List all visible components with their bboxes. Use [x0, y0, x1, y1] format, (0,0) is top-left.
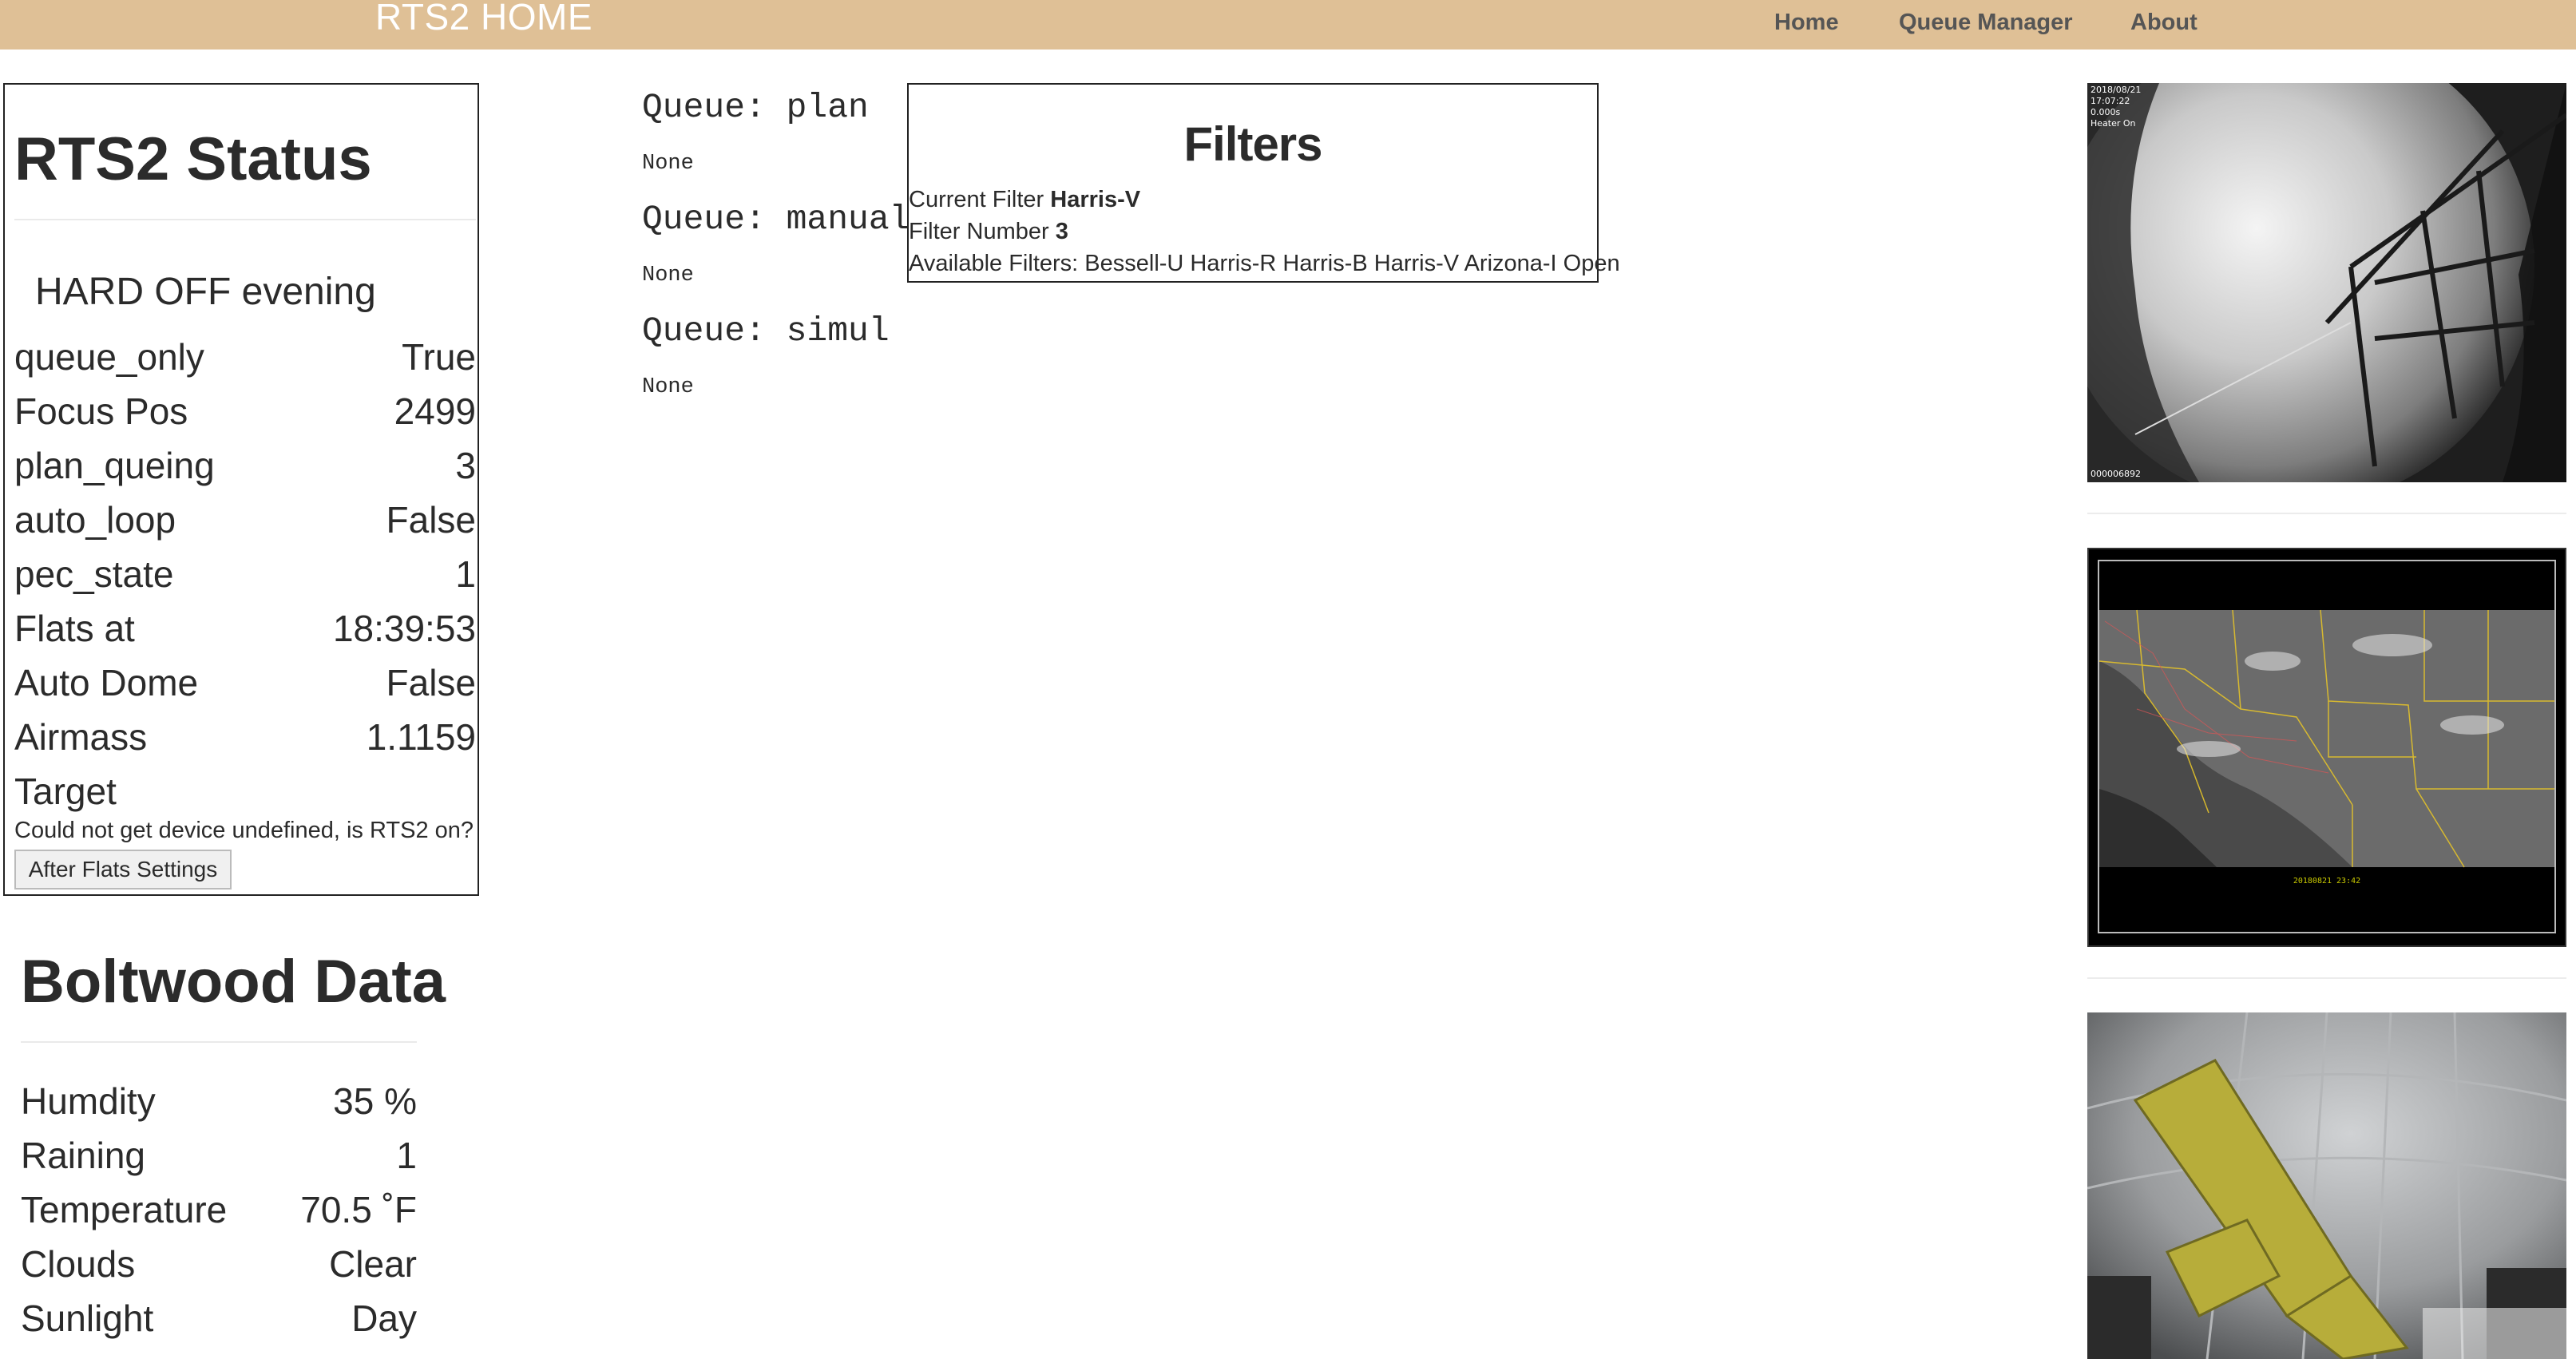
boltwood-title: Boltwood Data [21, 948, 446, 1016]
top-navbar: RTS2 HOME Home Queue Manager About [0, 0, 2576, 50]
rts2-status-panel: RTS2 Status HARD OFF evening queue_only … [3, 83, 479, 896]
allsky-exposure: 0.000s [2091, 107, 2121, 117]
brand-title[interactable]: RTS2 HOME [375, 0, 592, 38]
status-value: 2499 [394, 390, 476, 432]
divider [2087, 513, 2566, 514]
satellite-map-graphic: 20180821 23:42 [2089, 549, 2565, 945]
status-value: 1 [455, 553, 476, 595]
boltwood-key: Humdity [21, 1080, 156, 1122]
nav-home-link[interactable]: Home [1774, 10, 1839, 36]
current-filter-value: Harris-V [1050, 187, 1141, 212]
boltwood-row-clouds: Clouds Clear [21, 1242, 417, 1290]
dome-camera-image[interactable] [2087, 1012, 2566, 1359]
dome-camera-graphic [2087, 1012, 2566, 1359]
filter-number-value: 3 [1055, 219, 1068, 244]
status-value: 3 [455, 445, 476, 486]
queue-simul-value: None [642, 375, 694, 399]
filters-panel: Filters Current Filter Harris-V Filter N… [907, 83, 1620, 283]
status-key: Auto Dome [14, 662, 199, 703]
status-key: auto_loop [14, 499, 176, 541]
allsky-heater: Heater On [2091, 118, 2136, 129]
boltwood-row-humidity: Humdity 35 % [21, 1080, 417, 1127]
divider [14, 219, 476, 220]
boltwood-value: 1 [396, 1135, 417, 1176]
queue-manual-title: Queue: manual [642, 200, 910, 239]
status-row-pec-state: pec_state 1 [14, 553, 476, 600]
map-timestamp: 20180821 23:42 [2293, 877, 2360, 886]
queue-manual-value: None [642, 263, 694, 287]
satellite-map-image[interactable]: 20180821 23:42 [2087, 548, 2566, 947]
status-row-auto-dome: Auto Dome False [14, 661, 476, 709]
status-key: pec_state [14, 553, 174, 595]
system-state: HARD OFF evening [35, 271, 376, 313]
boltwood-row-sunlight: Sunlight Day [21, 1297, 417, 1345]
status-key: Airmass [14, 716, 148, 758]
status-row-target: Target [14, 770, 476, 818]
filter-number-line: Filter Number 3 [909, 219, 1068, 245]
status-row-flats-at: Flats at 18:39:53 [14, 607, 476, 655]
boltwood-value: 35 % [333, 1080, 417, 1122]
after-flats-settings-button[interactable]: After Flats Settings [14, 850, 232, 889]
nav-queue-manager-link[interactable]: Queue Manager [1899, 10, 2073, 36]
queue-plan-title: Queue: plan [642, 88, 869, 127]
status-title: RTS2 Status [14, 125, 372, 193]
allsky-camera-image[interactable]: 2018/08/21 17:07:22 0.000s Heater On 000… [2087, 83, 2566, 482]
divider [2087, 977, 2566, 979]
status-key: Flats at [14, 608, 135, 649]
nav-about-link[interactable]: About [2130, 10, 2198, 36]
available-filters: Available Filters: Bessell-U Harris-R Ha… [909, 251, 1620, 276]
status-value: 1.1159 [366, 716, 476, 758]
status-value: 18:39:53 [332, 608, 476, 649]
status-row-queue-only: queue_only True [14, 335, 476, 383]
allsky-date: 2018/08/21 [2091, 85, 2142, 95]
boltwood-value: Day [351, 1298, 417, 1339]
status-key: plan_queing [14, 445, 215, 486]
boltwood-row-raining: Raining 1 [21, 1134, 417, 1182]
status-row-auto-loop: auto_loop False [14, 498, 476, 546]
boltwood-row-temperature: Temperature 70.5 ˚F [21, 1188, 417, 1236]
allsky-time: 17:07:22 [2091, 96, 2130, 106]
boltwood-key: Temperature [21, 1189, 228, 1230]
status-key: Focus Pos [14, 390, 188, 432]
status-row-airmass: Airmass 1.1159 [14, 715, 476, 763]
boltwood-value: Clear [329, 1243, 417, 1285]
current-filter-label: Current Filter [909, 187, 1051, 212]
divider [21, 1041, 417, 1043]
current-filter-line: Current Filter Harris-V [909, 187, 1140, 213]
allsky-camera-graphic [2087, 83, 2566, 482]
status-key: Target [14, 771, 117, 812]
allsky-overlay: 2018/08/21 17:07:22 0.000s Heater On [2091, 85, 2141, 129]
boltwood-value: 70.5 ˚F [300, 1189, 417, 1230]
status-key: queue_only [14, 336, 204, 378]
status-value: False [386, 662, 476, 703]
status-value: False [386, 499, 476, 541]
target-error-message: Could not get device undefined, is RTS2 … [14, 818, 474, 843]
queue-simul-title: Queue: simul [642, 311, 890, 351]
filters-title: Filters [1183, 117, 1322, 171]
status-value: True [402, 336, 476, 378]
boltwood-key: Raining [21, 1135, 145, 1176]
boltwood-key: Clouds [21, 1243, 136, 1285]
filter-number-label: Filter Number [909, 219, 1056, 244]
boltwood-key: Sunlight [21, 1298, 154, 1339]
status-row-focus-pos: Focus Pos 2499 [14, 390, 476, 438]
queue-plan-value: None [642, 152, 694, 176]
status-row-plan-queing: plan_queing 3 [14, 444, 476, 492]
allsky-frame-number: 000006892 [2091, 469, 2141, 479]
